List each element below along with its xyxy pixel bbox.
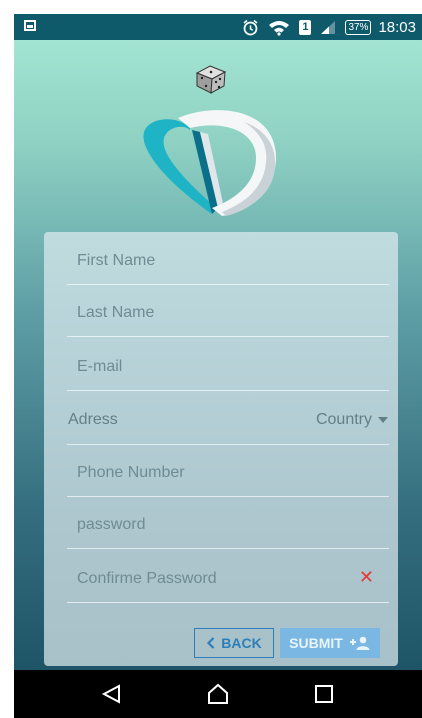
back-button-label: BACK — [221, 635, 262, 651]
wifi-icon — [268, 19, 290, 36]
sim-icon: 1 — [299, 19, 312, 35]
screenshot-icon — [24, 20, 36, 31]
navigation-bar — [14, 670, 422, 718]
address-divider — [67, 392, 389, 445]
email-placeholder: E-mail — [77, 358, 123, 375]
app-logo — [126, 58, 296, 228]
dice-icon — [195, 65, 227, 94]
status-time: 18:03 — [378, 18, 416, 36]
last-name-placeholder: Last Name — [77, 304, 155, 321]
battery-icon: 37% — [345, 19, 372, 35]
recents-nav-icon[interactable] — [294, 670, 354, 718]
error-clear-icon[interactable]: ✕ — [359, 568, 374, 586]
back-nav-icon[interactable] — [82, 670, 142, 718]
status-bar: 1 37% 18:03 — [14, 14, 422, 40]
phone-number-placeholder: Phone Number — [77, 464, 185, 481]
confirm-password-placeholder: Confirme Password — [77, 570, 217, 587]
add-person-icon — [349, 636, 370, 650]
signal-icon — [320, 20, 336, 35]
chevron-left-icon — [207, 637, 215, 649]
first-name-placeholder: First Name — [77, 252, 156, 269]
home-nav-icon[interactable] — [188, 670, 248, 718]
password-placeholder: password — [77, 516, 146, 533]
email-field[interactable]: E-mail — [67, 338, 389, 391]
first-name-field[interactable]: First Name — [67, 232, 389, 285]
confirm-password-field[interactable]: Confirme Password ✕ — [67, 550, 389, 603]
registration-form: First Name Last Name E-mail Adress Count… — [44, 232, 398, 666]
phone-number-field[interactable]: Phone Number — [67, 444, 389, 497]
password-field[interactable]: password — [67, 496, 389, 549]
submit-button[interactable]: SUBMIT — [280, 628, 380, 658]
submit-button-label: SUBMIT — [289, 635, 343, 651]
alarm-icon — [242, 19, 259, 36]
back-button[interactable]: BACK — [194, 628, 274, 658]
last-name-field[interactable]: Last Name — [67, 284, 389, 337]
phone-screen: 1 37% 18:03 First Name Last Name E-mail … — [14, 14, 422, 718]
